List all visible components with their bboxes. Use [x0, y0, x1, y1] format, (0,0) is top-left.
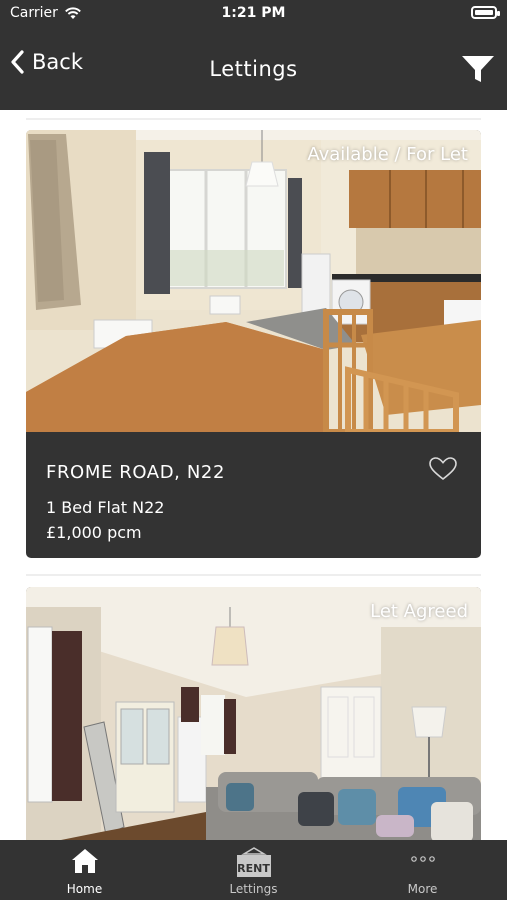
- status-bar: Carrier 1:21 PM: [0, 0, 507, 28]
- tab-home[interactable]: Home: [0, 840, 169, 900]
- tab-bar: Home RENT Lettings More: [0, 840, 507, 900]
- tab-more[interactable]: More: [338, 840, 507, 900]
- status-badge: Let Agreed: [370, 601, 468, 622]
- filter-icon[interactable]: [461, 52, 495, 86]
- home-icon: [71, 849, 98, 873]
- status-time: 1:21 PM: [221, 5, 286, 21]
- tab-lettings-label: Lettings: [229, 882, 278, 896]
- listing-photo: Let Agreed: [26, 587, 481, 840]
- status-badge: Available / For Let: [307, 144, 468, 165]
- listing-card[interactable]: Available / For Let FROME ROAD, N22 1 Be…: [26, 130, 481, 558]
- listing-photo: Available / For Let: [26, 130, 481, 432]
- listing-price: £1,000 pcm: [46, 523, 142, 542]
- top-bar: Carrier 1:21 PM Back Lettings: [0, 0, 507, 110]
- page-title: Lettings: [209, 57, 298, 81]
- tab-more-label: More: [407, 882, 438, 896]
- listings-scroll[interactable]: Available / For Let FROME ROAD, N22 1 Be…: [0, 110, 507, 840]
- divider: [26, 118, 481, 120]
- listing-info: FROME ROAD, N22 1 Bed Flat N22 £1,000 pc…: [26, 432, 481, 558]
- listing-address: FROME ROAD, N22: [46, 462, 225, 483]
- tab-home-label: Home: [66, 882, 103, 896]
- listing-type: 1 Bed Flat N22: [46, 498, 165, 517]
- divider: [26, 574, 481, 576]
- more-icon: [410, 856, 435, 862]
- heart-icon[interactable]: [429, 457, 457, 481]
- navigation-bar: Back Lettings: [0, 40, 507, 100]
- listing-card[interactable]: Let Agreed: [26, 587, 481, 840]
- battery-icon: [471, 6, 500, 19]
- tab-lettings[interactable]: RENT Lettings: [169, 840, 338, 900]
- rent-sign-text: RENT: [237, 862, 270, 875]
